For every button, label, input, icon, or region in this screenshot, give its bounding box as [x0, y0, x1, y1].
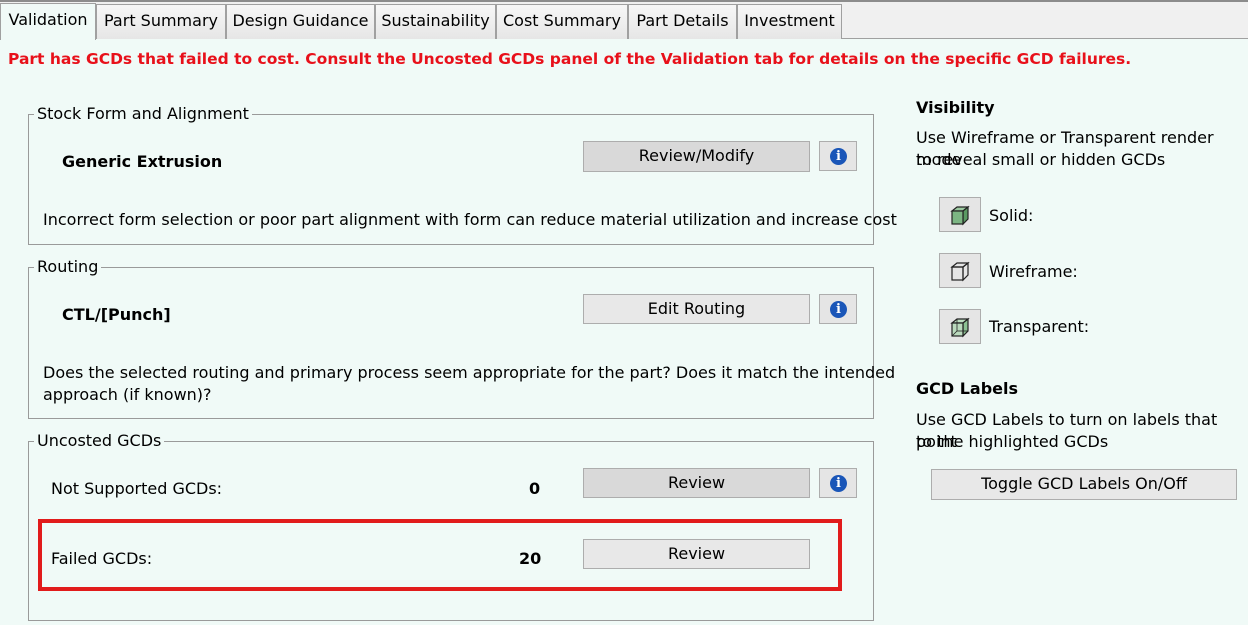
- review-not-supported-button[interactable]: Review: [583, 468, 810, 498]
- info-icon: i: [830, 475, 847, 492]
- routing-value: CTL/[Punch]: [62, 305, 171, 324]
- routing-description-line2: approach (if known)?: [43, 385, 212, 404]
- stock-form-legend: Stock Form and Alignment: [34, 103, 252, 125]
- uncosted-info-button[interactable]: i: [819, 468, 857, 498]
- tab-cost-summary[interactable]: Cost Summary: [496, 4, 628, 39]
- stock-form-description: Incorrect form selection or poor part al…: [43, 210, 897, 229]
- failed-gcds-highlight: [38, 519, 842, 591]
- tab-strip: Validation Part Summary Design Guidance …: [0, 0, 1248, 40]
- stock-form-info-button[interactable]: i: [819, 141, 857, 171]
- tab-validation[interactable]: Validation: [0, 3, 96, 40]
- tab-design-guidance[interactable]: Design Guidance: [226, 4, 375, 39]
- gcd-labels-title: GCD Labels: [916, 379, 1019, 398]
- info-icon: i: [830, 148, 847, 165]
- not-supported-gcds-label: Not Supported GCDs:: [51, 479, 223, 498]
- tab-investment[interactable]: Investment: [737, 4, 842, 39]
- toggle-gcd-labels-button[interactable]: Toggle GCD Labels On/Off: [931, 469, 1237, 500]
- solid-label: Solid:: [989, 206, 1034, 225]
- review-modify-button[interactable]: Review/Modify: [583, 141, 810, 172]
- cost-failure-warning: Part has GCDs that failed to cost. Consu…: [8, 50, 1132, 68]
- gcd-labels-line2: to the highlighted GCDs: [916, 432, 1109, 451]
- transparent-render-button[interactable]: [939, 309, 981, 344]
- wireframe-render-button[interactable]: [939, 253, 981, 288]
- tab-part-details[interactable]: Part Details: [628, 4, 737, 39]
- solid-render-button[interactable]: [939, 197, 981, 232]
- uncosted-gcds-legend: Uncosted GCDs: [34, 430, 165, 452]
- routing-info-button[interactable]: i: [819, 294, 857, 324]
- wireframe-label: Wireframe:: [989, 262, 1078, 281]
- transparent-label: Transparent:: [989, 317, 1090, 336]
- stock-form-value: Generic Extrusion: [62, 152, 223, 171]
- visibility-title: Visibility: [916, 98, 995, 117]
- solid-cube-icon: [950, 205, 970, 226]
- tab-sustainability[interactable]: Sustainability: [375, 4, 496, 39]
- tab-part-summary[interactable]: Part Summary: [96, 4, 226, 39]
- visibility-line2: to reveal small or hidden GCDs: [916, 150, 1166, 169]
- wireframe-cube-icon: [950, 261, 970, 282]
- info-icon: i: [830, 301, 847, 318]
- transparent-cube-icon: [950, 317, 970, 338]
- routing-description-line1: Does the selected routing and primary pr…: [43, 363, 896, 382]
- not-supported-gcds-count: 0: [529, 479, 541, 498]
- routing-legend: Routing: [34, 256, 102, 278]
- edit-routing-button[interactable]: Edit Routing: [583, 294, 810, 324]
